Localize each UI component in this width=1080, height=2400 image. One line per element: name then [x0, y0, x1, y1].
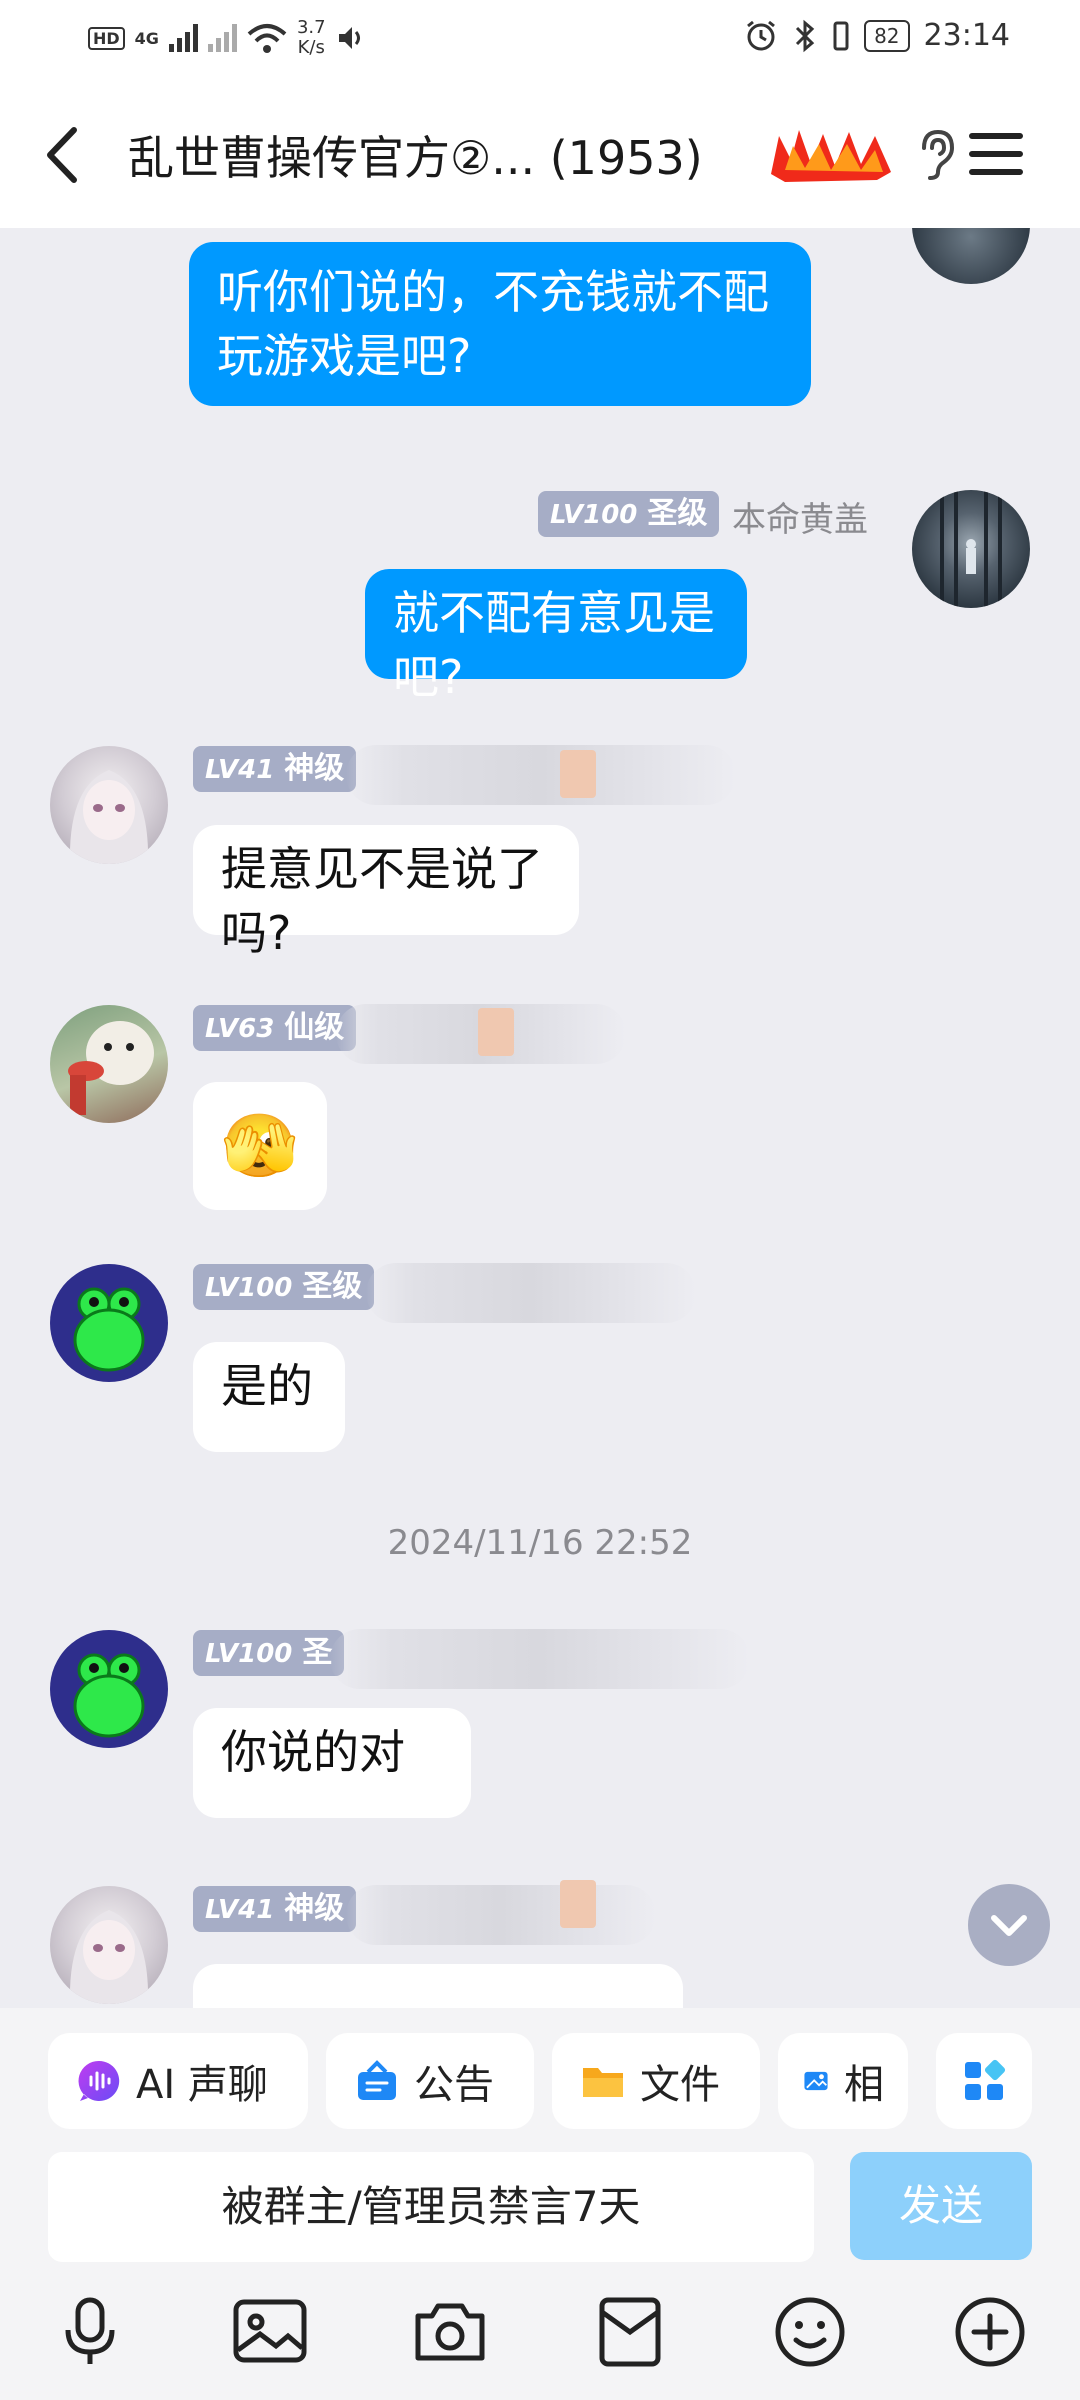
image-icon — [233, 2299, 307, 2363]
voice-input-button[interactable] — [50, 2292, 130, 2372]
group-flame-badge-icon — [771, 130, 891, 182]
level-tag: LV41 神级 — [193, 1886, 357, 1932]
plus-icon — [955, 2297, 1025, 2367]
blurred-sender-badge — [478, 1008, 514, 1056]
signal-icon-2 — [207, 24, 237, 52]
chat-title[interactable]: 乱世曹操传官方②... (1953) — [128, 122, 703, 188]
signal-icon — [168, 24, 198, 52]
earpiece-mode-button[interactable] — [910, 126, 962, 182]
anime-girl-image — [69, 1910, 149, 2004]
message-bubble[interactable]: 听你们说的，不充钱就不配玩游戏是吧? — [189, 242, 811, 406]
blurred-sender-name — [330, 1629, 750, 1689]
clock: 23:14 — [923, 18, 1010, 53]
message-input[interactable]: 被群主/管理员禁言7天 — [48, 2152, 814, 2262]
send-button[interactable]: 发送 — [850, 2152, 1032, 2260]
message-list[interactable]: 听你们说的，不充钱就不配玩游戏是吧? LV100 圣级 本命黄盖 就不配有意见是吧… — [0, 228, 1080, 2008]
quick-action-bar: AI 声聊 公告 文件 相 — [0, 2008, 1080, 2148]
network-speed: 3.7 K/s — [296, 17, 326, 58]
hd-indicator: HD — [88, 26, 125, 50]
hamburger-menu-icon — [969, 133, 1023, 175]
avatar[interactable] — [50, 1630, 168, 1748]
avatar[interactable] — [50, 1264, 168, 1382]
title-bar: 乱世曹操传官方②... (1953) — [0, 80, 1080, 228]
chevron-down-icon — [991, 1915, 1027, 1936]
bottom-toolbar — [0, 2268, 1080, 2400]
blurred-sender-name — [346, 745, 736, 805]
alarm-icon — [747, 20, 776, 50]
chevron-left-icon — [47, 127, 77, 183]
green-frog-image — [73, 1653, 145, 1738]
avatar[interactable] — [50, 1005, 168, 1123]
more-button[interactable] — [950, 2292, 1030, 2372]
announcement-icon — [358, 2060, 396, 2100]
input-row: 被群主/管理员禁言7天 发送 — [0, 2148, 1080, 2268]
level-tag: LV41 神级 — [193, 746, 357, 792]
message-bubble[interactable] — [193, 1964, 683, 2008]
cartoon-duck-image — [68, 1021, 154, 1115]
blurred-sender-badge — [560, 1880, 596, 1928]
emoji-bubble[interactable]: 🫣 — [193, 1082, 327, 1210]
message-bubble[interactable]: 你说的对 — [193, 1708, 471, 1818]
chip-label: 文件 — [640, 2062, 720, 2108]
chip-label: 公告 — [414, 2062, 494, 2108]
emoji-icon — [775, 2297, 845, 2367]
bluetooth-icon — [796, 19, 815, 52]
emoji-button[interactable] — [770, 2292, 850, 2372]
ear-icon — [922, 129, 955, 180]
wifi-icon — [247, 24, 287, 53]
chip-label: AI 声聊 — [136, 2062, 268, 2108]
network-type: 4G — [134, 28, 159, 48]
status-bar: HD 4G 3.7 K/s 82 23:14 — [0, 0, 1080, 80]
anime-girl-image — [69, 770, 149, 864]
forest-figure-image — [940, 490, 1002, 608]
level-tag: LV100 圣级 — [193, 1264, 375, 1310]
avatar[interactable] — [912, 228, 1030, 284]
message-bubble[interactable]: 就不配有意见是吧? — [365, 569, 747, 704]
status-left: HD 4G 3.7 K/s — [88, 18, 366, 58]
blurred-sender-name — [346, 1885, 656, 1945]
chip-label: 相 — [844, 2062, 884, 2108]
blurred-sender-name — [366, 1263, 696, 1323]
image-button[interactable] — [230, 2292, 310, 2372]
announcement-button[interactable]: 公告 — [326, 2033, 534, 2129]
status-right: 82 23:14 — [744, 18, 1010, 53]
menu-button[interactable] — [966, 124, 1026, 184]
scroll-to-bottom-button[interactable] — [968, 1884, 1050, 1966]
album-button[interactable]: 相 — [778, 2033, 908, 2129]
back-button[interactable] — [30, 120, 100, 190]
blurred-sender-badge — [560, 750, 596, 798]
ai-voice-chat-button[interactable]: AI 声聊 — [48, 2033, 308, 2129]
level-tag: LV100 圣级 — [538, 491, 720, 537]
avatar[interactable] — [50, 746, 168, 864]
avatar[interactable] — [50, 1886, 168, 2004]
volume-icon — [338, 27, 360, 49]
battery-indicator: 82 — [864, 19, 910, 52]
ai-voice-chat-icon — [78, 2060, 120, 2101]
message-bubble[interactable]: 提意见不是说了吗? — [193, 825, 579, 960]
level-tag: LV100 圣 — [193, 1630, 345, 1676]
sender-name: 本命黄盖 — [732, 500, 868, 540]
green-frog-image — [73, 1287, 145, 1372]
more-apps-button[interactable] — [936, 2033, 1032, 2129]
level-tag: LV63 仙级 — [193, 1005, 357, 1051]
apps-grid-icon — [965, 2059, 1006, 2100]
camera-icon — [415, 2303, 485, 2361]
message-timestamp: 2024/11/16 22:52 — [387, 1523, 693, 1563]
microphone-icon — [65, 2297, 115, 2364]
files-button[interactable]: 文件 — [552, 2033, 760, 2129]
message-bubble[interactable]: 是的 — [193, 1342, 345, 1452]
vibrate-icon — [833, 21, 849, 50]
album-icon — [804, 2071, 828, 2091]
avatar[interactable] — [912, 490, 1030, 608]
folder-icon — [583, 2068, 623, 2097]
red-packet-button[interactable] — [590, 2292, 670, 2372]
red-packet-icon — [599, 2297, 661, 2367]
camera-button[interactable] — [410, 2292, 490, 2372]
